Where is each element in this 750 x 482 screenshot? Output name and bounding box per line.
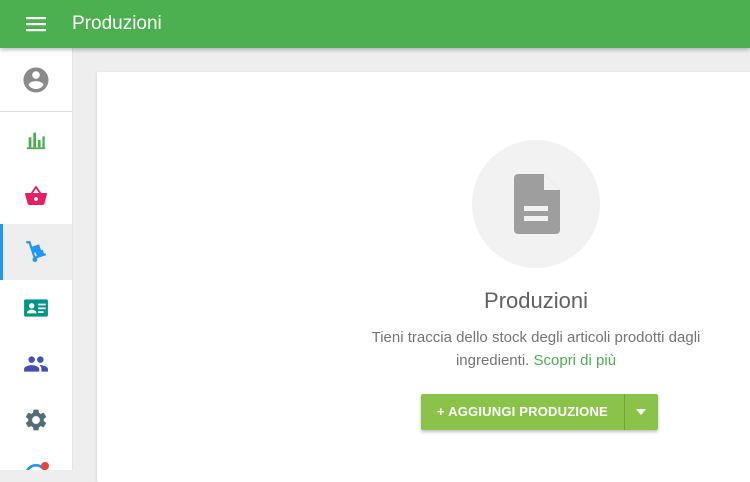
account-circle-icon xyxy=(23,67,49,93)
shopping-basket-icon xyxy=(25,186,47,205)
sidebar-item-account[interactable] xyxy=(0,52,72,108)
sidebar-item-reports[interactable] xyxy=(0,112,72,168)
app-bar: Produzioni xyxy=(0,0,750,48)
sidebar-item-sales[interactable] xyxy=(0,168,72,224)
page-title: Produzioni xyxy=(72,13,162,34)
learn-more-link[interactable]: Scopri di più xyxy=(534,352,617,369)
sidebar-item-notifications[interactable] xyxy=(0,448,72,470)
menu-icon xyxy=(26,17,46,32)
document-icon xyxy=(514,174,560,234)
empty-state-description: Tieni traccia dello stock degli articoli… xyxy=(336,326,736,372)
caret-down-icon xyxy=(636,409,647,415)
empty-state-illustration xyxy=(472,140,600,268)
menu-button[interactable] xyxy=(20,12,52,36)
people-icon xyxy=(24,356,48,372)
bar-chart-icon xyxy=(26,132,46,150)
sidebar xyxy=(0,48,73,470)
empty-state-title: Produzioni xyxy=(484,288,588,313)
sidebar-item-contacts[interactable] xyxy=(0,280,72,336)
empty-state-card: Produzioni Tieni traccia dello stock deg… xyxy=(97,72,750,482)
gear-icon xyxy=(25,409,47,431)
sidebar-item-settings[interactable] xyxy=(0,392,72,448)
sidebar-item-team[interactable] xyxy=(0,336,72,392)
notification-badge xyxy=(41,462,49,470)
add-production-button-group: + AGGIUNGI PRODUZIONE xyxy=(421,394,658,430)
sidebar-item-productions[interactable] xyxy=(0,224,72,280)
add-production-button[interactable]: + AGGIUNGI PRODUZIONE xyxy=(421,394,624,430)
hand-truck-icon xyxy=(26,241,47,262)
add-options-dropdown-button[interactable] xyxy=(623,394,658,430)
contact-card-icon xyxy=(24,299,48,317)
